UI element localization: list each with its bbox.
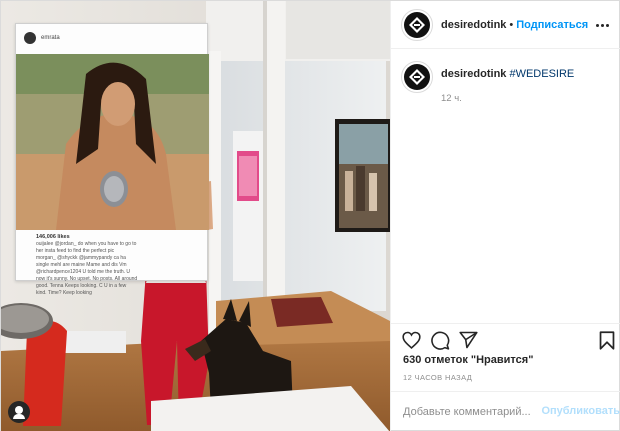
caption-time[interactable]: 12 ч.: [441, 93, 574, 104]
post-side-panel: desiredotink • Подписаться desiredotink …: [390, 1, 620, 431]
poster-caption-line: @richardpence1204 U told me the truth. U: [36, 269, 131, 275]
instagram-post-modal: emrata 146,006 likes ouijalee @jordan_ d…: [0, 0, 620, 431]
likes-number: 630 отметок: [403, 354, 468, 366]
poster-caption-line: now it's sunny. No upset. No posts. All …: [36, 276, 138, 282]
poster-meta: 146,006 likes ouijalee @jordan_ do when …: [36, 234, 206, 297]
desire-logo-icon: [409, 16, 425, 33]
caption-username[interactable]: desiredotink: [441, 68, 506, 80]
poster-caption-line: kind. Time? Keep looking: [36, 290, 92, 296]
poster-photo-art: [16, 54, 209, 230]
poster-avatar: [24, 32, 36, 44]
share-icon[interactable]: [458, 330, 478, 350]
desire-logo-icon: [409, 69, 425, 85]
wall-poster: emrata 146,006 likes ouijalee @jordan_ d…: [15, 23, 209, 296]
post-actions: [391, 323, 620, 353]
profile-avatar[interactable]: [401, 8, 433, 41]
publish-button[interactable]: Опубликовать: [541, 405, 620, 417]
header-separator: •: [509, 18, 514, 31]
bookmark-icon[interactable]: [597, 330, 617, 350]
poster-caption-line: single mehl are maine Mame and dis Vm: [36, 262, 127, 268]
comment-input[interactable]: [403, 402, 543, 422]
post-caption: desiredotink #WEDESIRE 12 ч.: [401, 61, 611, 104]
likes-count[interactable]: 630 отметок "Нравится": [403, 354, 533, 366]
more-options-icon[interactable]: [592, 15, 612, 35]
tagged-users-icon[interactable]: [8, 401, 30, 423]
poster-caption-line: ouijalee @jordan_ do when you have to go…: [36, 241, 137, 247]
post-header: desiredotink • Подписаться: [391, 1, 620, 49]
poster-caption-line: good. Tenna Keeps looking. C U in a few: [36, 283, 127, 289]
heart-icon[interactable]: [401, 330, 421, 350]
follow-button[interactable]: Подписаться: [516, 19, 588, 31]
post-photo[interactable]: emrata 146,006 likes ouijalee @jordan_ d…: [1, 1, 390, 431]
poster-caption-line: her insta feed to find the perfect pic: [36, 248, 115, 254]
poster-likes: 146,006 likes: [36, 234, 70, 240]
comment-form: Опубликовать: [391, 391, 620, 431]
comment-icon[interactable]: [430, 330, 450, 350]
caption-avatar[interactable]: [401, 61, 433, 93]
post-timestamp[interactable]: 12 ЧАСОВ НАЗАД: [403, 373, 472, 382]
poster-caption-line: morgan_ @shyckk @jammypandy ca ha: [36, 255, 126, 261]
caption-hashtag[interactable]: #WEDESIRE: [509, 68, 574, 80]
header-username[interactable]: desiredotink: [441, 19, 506, 31]
poster-image: [16, 54, 209, 230]
likes-suffix: "Нравится": [470, 354, 534, 366]
poster-header: emrata: [16, 24, 207, 52]
poster-username: emrata: [41, 35, 60, 41]
